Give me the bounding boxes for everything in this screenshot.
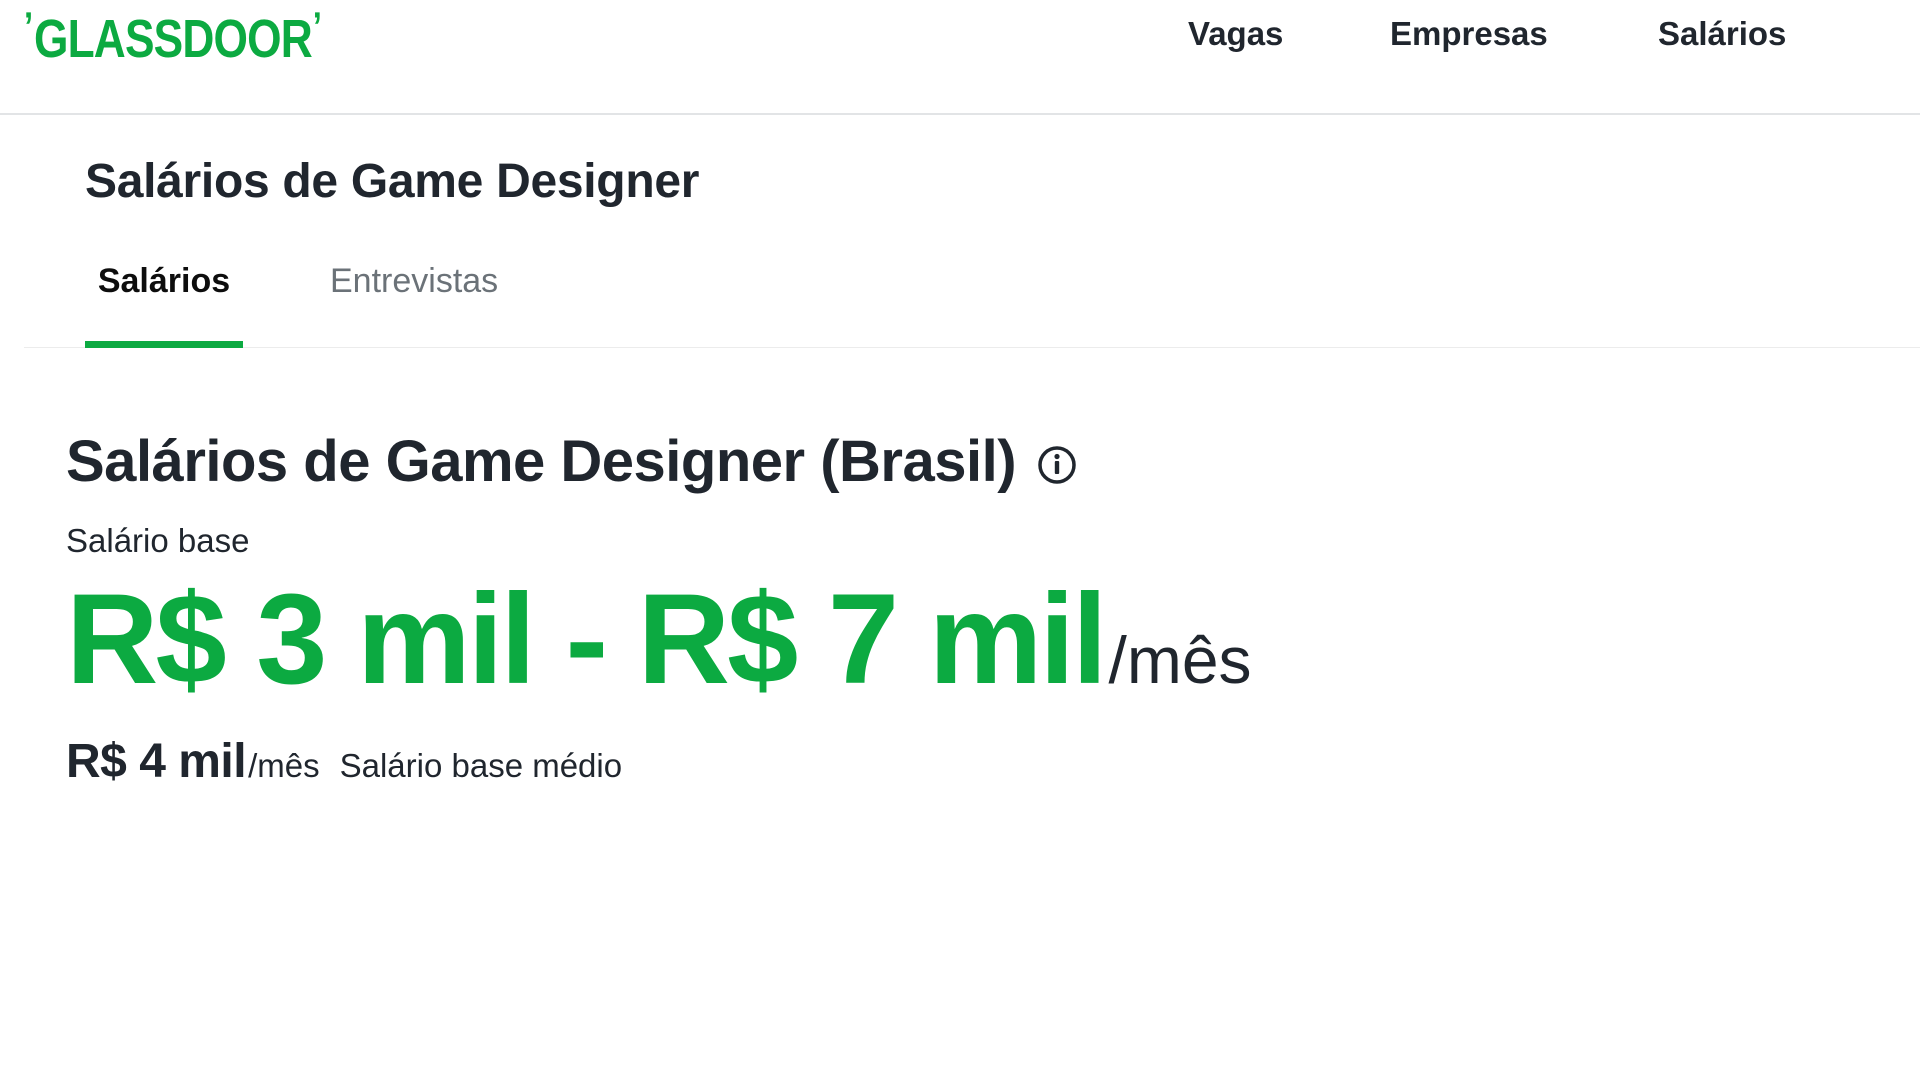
page-heading: Salários de Game Designer [85,155,700,208]
salary-range-unit: /mês [1108,623,1252,697]
nav-empresas[interactable]: Empresas [1390,15,1548,53]
glassdoor-logo[interactable]: ’ GLASSDOOR’ [24,4,322,74]
salary-range-value: R$ 3 mil - R$ 7 mil [66,568,1107,711]
median-salary-label: Salário base médio [339,747,623,784]
site-header: ’ GLASSDOOR’ Vagas Empresas Salários [0,0,1920,115]
salary-title: Salários de Game Designer (Brasil) [66,429,1017,494]
logo-right-tick: ’ [312,5,322,49]
info-icon[interactable] [1036,444,1078,486]
base-salary-label: Salário base [66,522,250,559]
median-salary-unit: /mês [248,747,320,784]
logo-text: GLASSDOOR [33,9,313,69]
nav-vagas[interactable]: Vagas [1188,15,1283,53]
nav-salarios[interactable]: Salários [1658,15,1786,53]
median-salary-value: R$ 4 mil [66,735,247,788]
logo-left-tick: ’ [24,5,33,49]
tab-bar: Salários Entrevistas [24,250,1920,348]
tab-salarios[interactable]: Salários [85,250,243,348]
salary-range: R$ 3 mil - R$ 7 mil /mês [66,568,1252,711]
tab-entrevistas[interactable]: Entrevistas [330,250,498,348]
salary-title-row: Salários de Game Designer (Brasil) [66,428,1078,495]
median-salary: R$ 4 mil /mês Salário base médio [66,734,622,789]
